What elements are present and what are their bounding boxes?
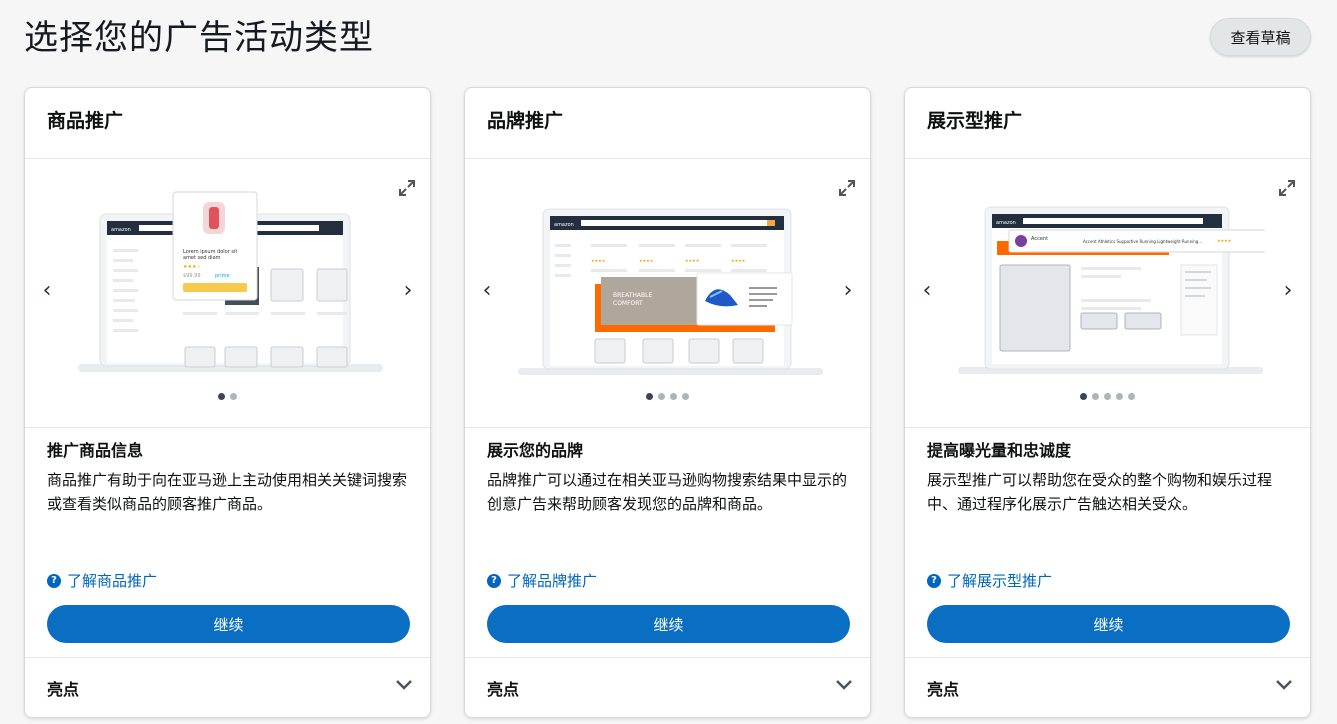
carousel-dot[interactable]: [1080, 393, 1087, 400]
carousel-next-button[interactable]: ›: [836, 279, 860, 303]
divider: [25, 427, 430, 428]
carousel-dot[interactable]: [218, 393, 225, 400]
divider: [905, 657, 1310, 658]
expand-icon[interactable]: [398, 179, 416, 197]
carousel-dot[interactable]: [230, 393, 237, 400]
carousel-prev-button[interactable]: ‹: [35, 279, 59, 303]
help-icon: ?: [47, 574, 61, 588]
divider: [465, 427, 870, 428]
card-sponsored-products: 商品推广 amazon Lorem ipsum dolor sit: [24, 87, 431, 718]
illus-popup-line2: amet sed diam: [183, 255, 221, 261]
carousel: amazon Lorem ipsum dolor sit amet sed di…: [25, 159, 430, 427]
learn-more-link[interactable]: ? 了解商品推广: [47, 570, 157, 591]
illus-price: $99.99: [183, 273, 201, 279]
help-icon: ?: [487, 574, 501, 588]
card-description: 展示型推广可以帮助您在受众的整个购物和娱乐过程中、通过程序化展示广告触达相关受众…: [927, 468, 1291, 516]
carousel-dots: [25, 393, 430, 400]
continue-button[interactable]: 继续: [487, 605, 850, 643]
card-title: 商品推广: [47, 108, 123, 134]
divider: [465, 657, 870, 658]
expand-icon[interactable]: [838, 179, 856, 197]
learn-more-label: 了解展示型推广: [947, 570, 1052, 591]
carousel-dot[interactable]: [646, 393, 653, 400]
svg-text:★★★★: ★★★★: [591, 258, 606, 263]
carousel-prev-button[interactable]: ‹: [475, 279, 499, 303]
svg-text:★★★★: ★★★★: [639, 258, 654, 263]
chevron-down-icon[interactable]: [834, 676, 854, 692]
svg-text:★★★★: ★★★★: [1217, 238, 1232, 243]
learn-more-link[interactable]: ? 了解品牌推广: [487, 570, 597, 591]
illus-prime: prime: [215, 273, 230, 279]
carousel-dots: [465, 393, 870, 400]
illus-brand-text: amazon: [554, 222, 574, 228]
view-drafts-button[interactable]: 查看草稿: [1210, 18, 1311, 56]
card-description: 商品推广有助于向在亚马逊上主动使用相关关键词搜索或查看类似商品的顾客推广商品。: [47, 468, 411, 516]
carousel-next-button[interactable]: ›: [396, 279, 420, 303]
illus-display-headline: Accent Athletics Supportive Running Ligh…: [1083, 239, 1202, 244]
continue-button[interactable]: 继续: [927, 605, 1290, 643]
card-sponsored-brands: 品牌推广 amazon ★★★★ ★★★★ ★★★★ ★★★★ BREATHAB…: [464, 87, 871, 718]
carousel-dot[interactable]: [1116, 393, 1123, 400]
carousel-dot[interactable]: [1104, 393, 1111, 400]
expand-icon[interactable]: [1278, 179, 1296, 197]
svg-text:★★★★: ★★★★: [731, 258, 746, 263]
highlights-label[interactable]: 亮点: [47, 676, 79, 700]
card-description: 品牌推广可以通过在相关亚马逊购物搜索结果中显示的创意广告来帮助顾客发现您的品牌和…: [487, 468, 851, 516]
help-icon: ?: [927, 574, 941, 588]
chevron-down-icon[interactable]: [1274, 676, 1294, 692]
card-title: 展示型推广: [927, 108, 1022, 134]
svg-text:★★★★: ★★★★: [685, 258, 700, 263]
carousel-dot[interactable]: [670, 393, 677, 400]
illus-banner-text2: COMFORT: [613, 300, 643, 307]
carousel-dots: [905, 393, 1310, 400]
continue-button[interactable]: 继续: [47, 605, 410, 643]
chevron-down-icon[interactable]: [394, 676, 414, 692]
highlights-label[interactable]: 亮点: [487, 676, 519, 700]
carousel: amazon ★★★★ ★★★★ ★★★★ ★★★★ BREATHABLE CO…: [465, 159, 870, 427]
sponsored-products-illustration: amazon Lorem ipsum dolor sit amet sed di…: [75, 169, 385, 384]
illus-brand-text: amazon: [996, 220, 1016, 226]
illus-display-brand: Accent: [1031, 236, 1048, 242]
sponsored-display-illustration: amazon Accent Accent Athletics Supportiv…: [955, 169, 1265, 384]
carousel-dot[interactable]: [1128, 393, 1135, 400]
card-sponsored-display: 展示型推广 amazon Accent Accent Athletics Sup…: [904, 87, 1311, 718]
illus-banner-text1: BREATHABLE: [613, 292, 652, 299]
illus-brand-text: amazon: [111, 227, 131, 233]
sponsored-brands-illustration: amazon ★★★★ ★★★★ ★★★★ ★★★★ BREATHABLE CO…: [515, 169, 825, 384]
learn-more-label: 了解商品推广: [67, 570, 157, 591]
highlights-label[interactable]: 亮点: [927, 676, 959, 700]
card-heading: 推广商品信息: [47, 440, 143, 462]
carousel-dot[interactable]: [1092, 393, 1099, 400]
carousel: amazon Accent Accent Athletics Supportiv…: [905, 159, 1310, 427]
carousel-dot[interactable]: [658, 393, 665, 400]
learn-more-link[interactable]: ? 了解展示型推广: [927, 570, 1052, 591]
carousel-next-button[interactable]: ›: [1276, 279, 1300, 303]
svg-text:★★★☆: ★★★☆: [183, 264, 201, 270]
card-heading: 展示您的品牌: [487, 440, 583, 462]
divider: [25, 657, 430, 658]
card-title: 品牌推广: [487, 108, 563, 134]
learn-more-label: 了解品牌推广: [507, 570, 597, 591]
carousel-prev-button[interactable]: ‹: [915, 279, 939, 303]
card-heading: 提高曝光量和忠诚度: [927, 440, 1071, 462]
divider: [905, 427, 1310, 428]
page-title: 选择您的广告活动类型: [24, 14, 374, 62]
carousel-dot[interactable]: [682, 393, 689, 400]
